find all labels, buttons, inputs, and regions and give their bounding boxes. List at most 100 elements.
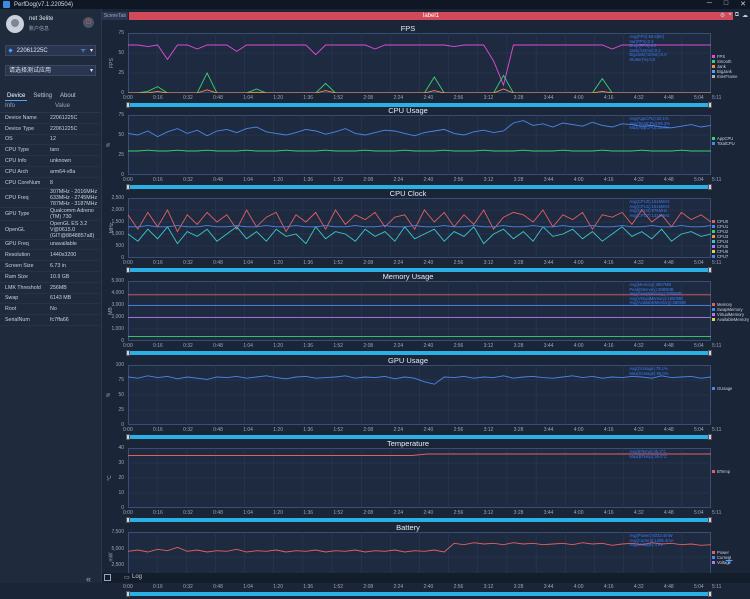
legend-item[interactable]: TotalCPU xyxy=(712,141,735,146)
slider-end-handle[interactable] xyxy=(708,591,712,597)
y-tick-label: 50 xyxy=(118,50,124,56)
x-tick-label: 1:04 xyxy=(243,343,253,349)
device-info-table: Info Value Device Name 22061225C Device Ty… xyxy=(0,103,100,326)
info-row: Ram Size 10.9 GB xyxy=(0,272,100,283)
info-row: GPU Freq unavailable xyxy=(0,240,100,251)
x-tick-label: 1:20 xyxy=(273,343,283,349)
x-tick-label: 0:48 xyxy=(213,343,223,349)
legend-swatch xyxy=(712,560,715,564)
device-select[interactable]: 22061225C ᯤ ▾ xyxy=(5,45,96,56)
info-value: 12 xyxy=(50,136,56,143)
y-tick-label: 2,500 xyxy=(111,562,124,569)
x-tick-label: 3:44 xyxy=(543,343,554,349)
x-tick-label: 1:20 xyxy=(273,510,283,516)
time-range-slider[interactable] xyxy=(126,591,712,597)
x-tick-label: 0:32 xyxy=(183,510,193,516)
x-tick-label: 0:16 xyxy=(153,177,163,183)
info-value: 256MB xyxy=(50,284,67,291)
info-row: Swap 6143 MB xyxy=(0,294,100,305)
account-info-link[interactable]: 账户信息 xyxy=(29,25,49,32)
add-marker-icon[interactable]: + xyxy=(725,552,733,568)
time-range-slider[interactable] xyxy=(126,517,712,523)
slider-start-handle[interactable] xyxy=(126,591,130,597)
time-range-slider[interactable] xyxy=(126,350,712,356)
info-key: Device Type xyxy=(5,125,35,132)
y-tick-label: 40 xyxy=(118,445,124,451)
cloud-icon[interactable]: ☁ xyxy=(742,12,748,19)
info-value: 1440x3200 xyxy=(50,252,77,259)
legend-swatch xyxy=(712,142,715,145)
x-tick-label: 3:12 xyxy=(483,427,494,433)
info-key: CPU CoreNum xyxy=(5,179,41,186)
legend-swatch xyxy=(712,220,715,223)
info-row: SerialNum fc7ffa66 xyxy=(0,315,100,326)
y-tick-label: 50 xyxy=(118,392,124,398)
x-tick-label: 0:32 xyxy=(183,95,193,101)
x-tick-label: 2:08 xyxy=(363,260,374,266)
legend-item[interactable]: InterFrame xyxy=(712,74,737,79)
info-value: taro xyxy=(50,147,60,154)
y-tick-label: 2,500 xyxy=(111,195,124,201)
x-tick-label: 0:00 xyxy=(123,584,133,590)
info-value: OpenGL ES 3.2 V@0615.0 (GIT@8848857a8) xyxy=(50,220,95,239)
scene-label-bar[interactable]: label1 xyxy=(129,12,733,20)
device-name: 22061225C xyxy=(16,48,48,54)
info-value: No xyxy=(50,306,57,313)
close-button[interactable]: ✕ xyxy=(740,0,746,8)
x-tick-label: 0:32 xyxy=(183,584,193,590)
info-key: Ram Size xyxy=(5,273,28,280)
legend-label: CPU7 xyxy=(717,254,729,259)
x-tick-label: 5:11 xyxy=(712,510,722,516)
x-tick-label: 2:56 xyxy=(453,584,464,590)
info-key: CPU Type xyxy=(5,147,30,154)
tab-about[interactable]: About xyxy=(58,93,78,101)
tab-device[interactable]: Device xyxy=(5,93,28,101)
x-tick-label: 1:20 xyxy=(273,427,283,433)
info-row: LMK Threshold 256MB xyxy=(0,283,100,294)
log-label[interactable]: Log xyxy=(132,574,142,580)
y-tick-label: 2,000 xyxy=(111,207,124,213)
x-tick-label: 0:48 xyxy=(213,260,223,266)
stats-overlay: Avg(GUsage):79.1% Max(GUsage):86.0% xyxy=(629,366,668,376)
compare-icon[interactable]: ⧉ xyxy=(735,12,739,19)
chart-legend: AppCPU TotalCPU xyxy=(712,136,735,146)
settings-icon[interactable]: ⚙ xyxy=(720,12,725,19)
power-button[interactable]: ⏻ xyxy=(83,17,94,28)
minimize-button[interactable]: ─ xyxy=(707,0,712,8)
legend-item[interactable]: BTemp xyxy=(712,469,730,474)
x-tick-label: 0:00 xyxy=(123,177,133,183)
scene-tab-label[interactable]: SceneTab xyxy=(102,12,128,20)
x-tick-label: 3:28 xyxy=(513,584,524,590)
x-tick-label: 3:12 xyxy=(483,95,494,101)
info-value: 6.73 in xyxy=(50,263,66,270)
chart-svg xyxy=(128,33,711,93)
avatar[interactable] xyxy=(6,15,24,33)
app-select[interactable]: 请选择测试应用 ▾ xyxy=(5,65,96,76)
x-tick-label: 2:56 xyxy=(453,510,464,516)
chart-legend: BTemp xyxy=(712,469,730,474)
info-key: Swap xyxy=(5,295,19,302)
legend-label: InterFrame xyxy=(717,74,738,79)
x-tick-label: 2:40 xyxy=(423,95,434,101)
x-tick-label: 3:12 xyxy=(483,584,494,590)
tab-setting[interactable]: Setting xyxy=(31,93,54,101)
info-key: GPU Freq xyxy=(5,241,29,248)
x-tick-label: 4:48 xyxy=(663,95,674,101)
x-tick-label: 1:36 xyxy=(303,343,314,349)
chart-title: Battery xyxy=(396,523,420,532)
info-row: CPU Type taro xyxy=(0,145,100,157)
chart-title: CPU Usage xyxy=(388,106,428,115)
chart-panel: CPU Usage% 75 50 25 0 Avg(AppCPU):30.1% Avg(To… xyxy=(102,106,735,192)
legend-item[interactable]: GUsage xyxy=(712,386,732,391)
x-tick-label: 1:36 xyxy=(303,427,314,433)
legend-item[interactable]: AvailableMemory xyxy=(712,317,749,322)
x-tick-label: 0:32 xyxy=(183,260,193,266)
x-tick-label: 1:04 xyxy=(243,177,253,183)
legend-item[interactable]: CPU7 xyxy=(712,254,728,259)
info-row: CPU Freq 307MHz - 2016MHz 633MHz - 2745MH… xyxy=(0,189,100,208)
legend-swatch xyxy=(712,230,715,233)
log-expand-button[interactable] xyxy=(104,574,111,581)
maximize-button[interactable]: □ xyxy=(724,0,728,8)
location-icon[interactable]: ⌖ xyxy=(728,12,731,19)
x-tick-label: 1:52 xyxy=(333,510,344,516)
